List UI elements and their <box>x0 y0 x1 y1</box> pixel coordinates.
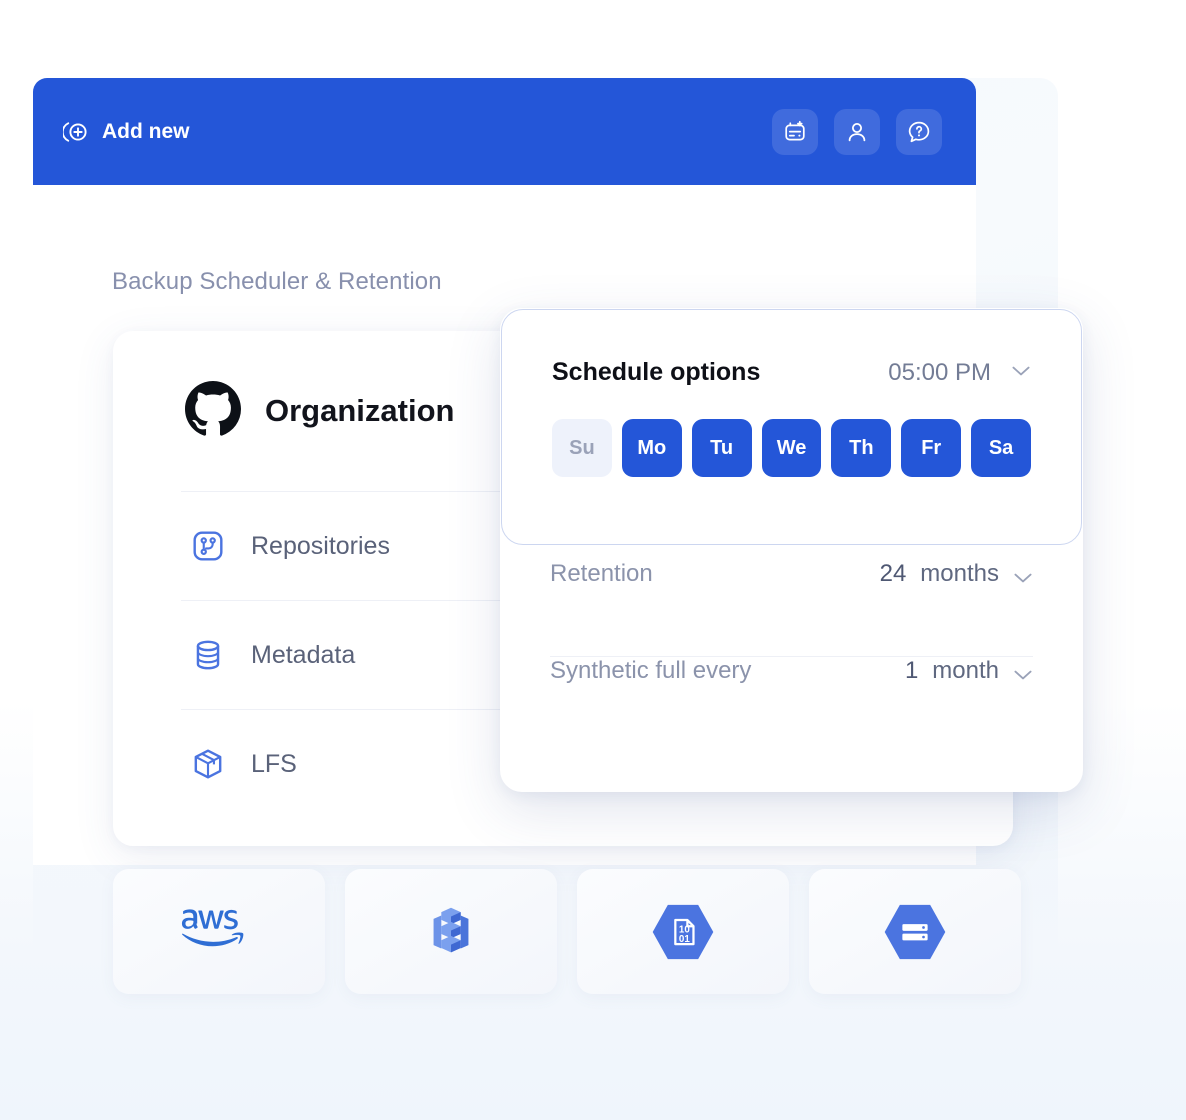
page-title: Backup Scheduler & Retention <box>112 268 442 295</box>
storage-tile-aws[interactable] <box>113 869 325 994</box>
top-bar: Add new <box>33 78 976 185</box>
chevron-down-icon <box>1011 364 1031 382</box>
chevron-down-icon <box>1013 668 1033 686</box>
retention-row: Retention 24 months <box>550 560 1033 656</box>
storage-tile-gcs[interactable] <box>809 869 1021 994</box>
app-screenshot: Add new Backup Scheduler & Retention Org… <box>0 0 1186 1120</box>
add-new-label: Add new <box>102 119 190 143</box>
synthetic-full-number: 1 <box>904 657 919 684</box>
list-item-label: Metadata <box>251 640 356 669</box>
aws-s3-bucket-icon <box>420 901 482 963</box>
retention-unit: months <box>920 560 999 587</box>
day-toggle-su[interactable]: Su <box>552 419 612 477</box>
azure-blob-storage-icon: 10 01 <box>651 903 715 961</box>
synthetic-full-label: Synthetic full every <box>550 657 752 684</box>
list-item-label: LFS <box>251 749 297 778</box>
popup-fields: Retention 24 months Synthetic full every… <box>500 560 1083 753</box>
time-select[interactable]: 05:00 PM <box>888 359 1031 387</box>
help-button[interactable] <box>896 108 942 155</box>
account-button[interactable] <box>834 108 880 155</box>
package-box-icon <box>187 747 229 781</box>
day-toggle-tu[interactable]: Tu <box>691 419 752 477</box>
user-icon <box>845 120 869 144</box>
retention-number: 24 <box>879 560 907 587</box>
time-value: 05:00 PM <box>888 359 991 386</box>
schedule-options-header: Schedule options 05:00 PM <box>552 310 1031 387</box>
storage-tile-aws-s3[interactable] <box>345 869 557 994</box>
google-cloud-storage-icon <box>883 903 947 961</box>
storage-tile-azure-blob[interactable]: 10 01 <box>577 869 789 994</box>
top-bar-actions <box>772 108 942 155</box>
day-toggle-mo[interactable]: Mo <box>621 419 682 477</box>
schedule-options-card: Schedule options 05:00 PM Su Mo Tu We Th… <box>501 309 1082 545</box>
day-toggle-fr[interactable]: Fr <box>901 419 962 477</box>
database-icon <box>187 638 229 672</box>
circle-plus-icon <box>63 119 89 145</box>
storage-provider-tiles: 10 01 <box>113 869 1021 994</box>
retention-select[interactable]: 24 months <box>880 560 1033 588</box>
chevron-down-icon <box>1013 571 1033 589</box>
calendar-add-button[interactable] <box>772 108 818 155</box>
add-new-button[interactable]: Add new <box>63 119 190 145</box>
retention-label: Retention <box>550 560 653 587</box>
synthetic-full-unit: month <box>932 657 999 684</box>
list-item-label: Repositories <box>251 531 390 560</box>
organization-title: Organization <box>265 393 455 428</box>
day-selector: Su Mo Tu We Th Fr Sa <box>552 419 1032 477</box>
schedule-options-title: Schedule options <box>552 358 761 386</box>
help-question-icon <box>907 120 931 144</box>
day-toggle-sa[interactable]: Sa <box>971 419 1032 477</box>
calendar-add-icon <box>783 120 807 144</box>
github-octocat-icon <box>185 380 241 442</box>
synthetic-full-select[interactable]: 1 month <box>905 657 1033 685</box>
synthetic-full-row: Synthetic full every 1 month <box>550 657 1033 753</box>
svg-text:01: 01 <box>679 933 690 944</box>
aws-logo-icon <box>178 906 260 958</box>
repository-icon <box>187 529 229 563</box>
day-toggle-we[interactable]: We <box>761 419 822 477</box>
day-toggle-th[interactable]: Th <box>831 419 892 477</box>
